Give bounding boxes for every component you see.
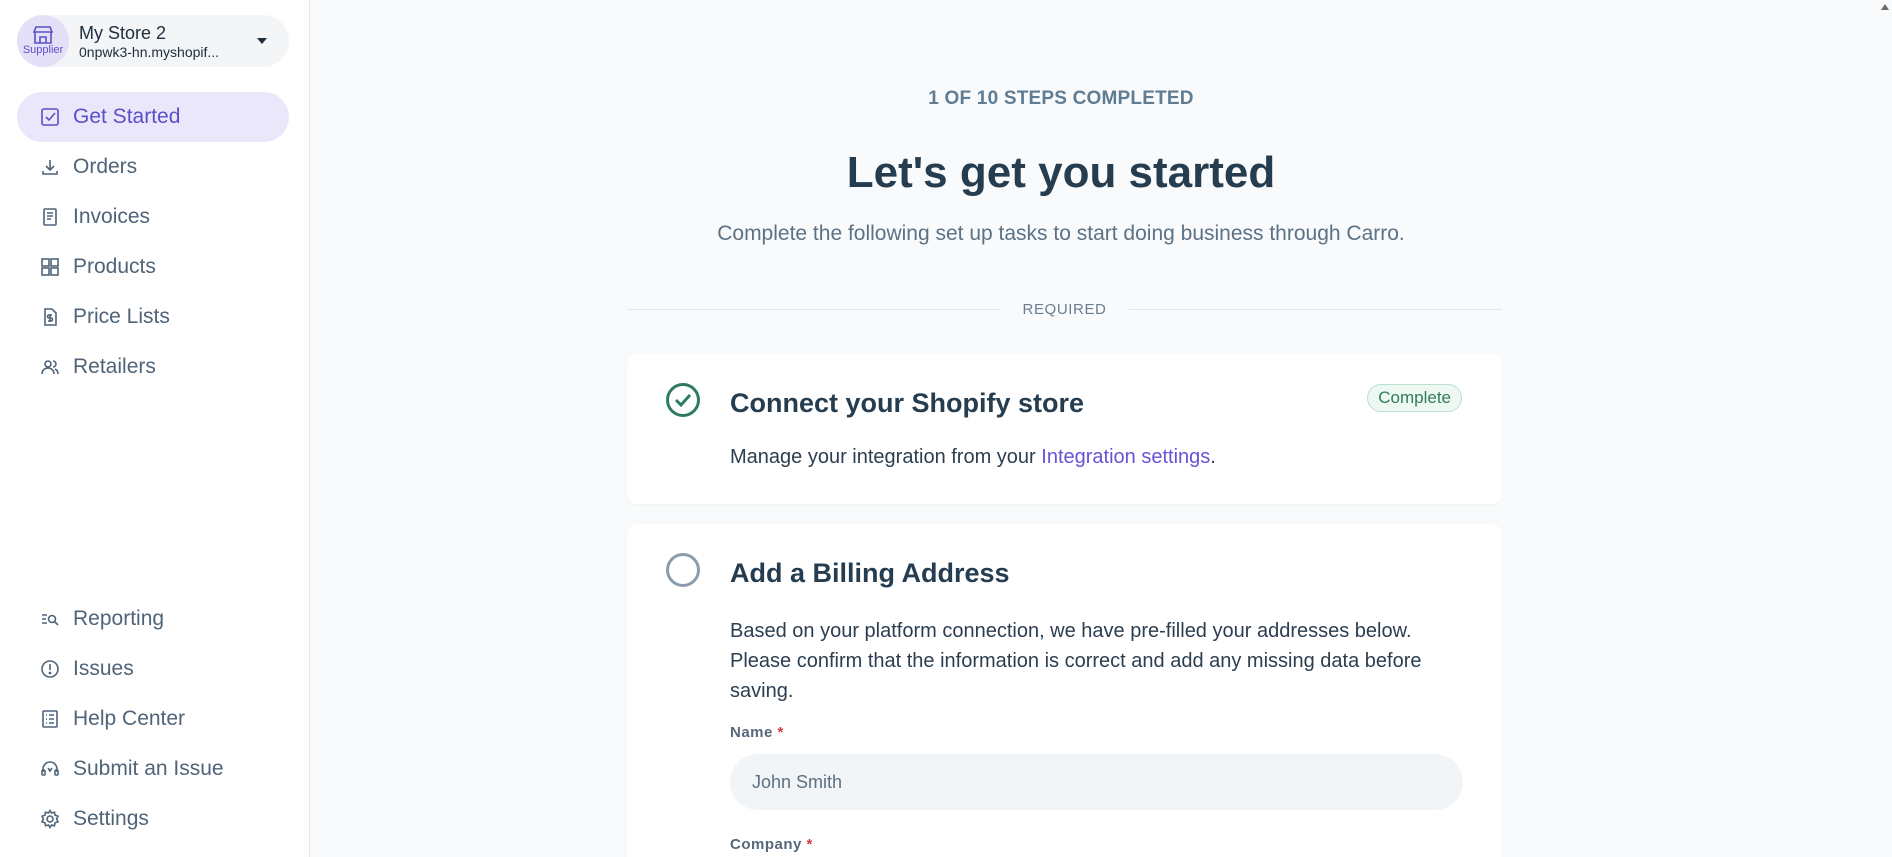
users-icon (39, 356, 61, 378)
nav-item-get-started[interactable]: Get Started (17, 92, 289, 142)
nav-label: Submit an Issue (73, 757, 224, 780)
nav-primary: Get Started Orders Invoices Products Pri… (17, 92, 289, 392)
nav-label: Price Lists (73, 305, 170, 328)
page-subtitle: Complete the following set up tasks to s… (717, 222, 1405, 245)
name-field-label: Name * (730, 724, 784, 741)
status-badge: Complete (1367, 384, 1462, 412)
store-switcher[interactable]: Supplier My Store 2 0npwk3-hn.myshopif..… (17, 15, 289, 67)
nav-item-retailers[interactable]: Retailers (17, 342, 289, 392)
nav-item-help-center[interactable]: Help Center (17, 694, 289, 744)
checkbox-icon (39, 106, 61, 128)
nav-item-invoices[interactable]: Invoices (17, 192, 289, 242)
task-desc-suffix: . (1210, 446, 1216, 468)
nav-item-reporting[interactable]: Reporting (17, 594, 289, 644)
steps-progress-label: 1 OF 10 STEPS COMPLETED (928, 88, 1194, 109)
nav-label: Reporting (73, 607, 165, 630)
nav-label: Products (73, 255, 156, 278)
name-input[interactable] (730, 754, 1463, 810)
task-description: Based on your platform connection, we ha… (730, 620, 1422, 702)
caret-down-icon[interactable] (247, 37, 277, 45)
nav-item-issues[interactable]: Issues (17, 644, 289, 694)
report-search-icon (39, 608, 61, 630)
required-marker: * (806, 836, 813, 853)
gear-icon (39, 808, 61, 830)
task-title: Add a Billing Address (730, 558, 1010, 588)
label-text: Company (730, 836, 802, 853)
section-divider: REQUIRED (627, 300, 1503, 318)
headset-icon (39, 758, 61, 780)
nav-item-submit-issue[interactable]: Submit an Issue (17, 744, 289, 794)
store-name: My Store 2 (79, 22, 167, 43)
nav-item-orders[interactable]: Orders (17, 142, 289, 192)
receipt-icon (39, 206, 61, 228)
nav-item-products[interactable]: Products (17, 242, 289, 292)
store-icon (32, 26, 54, 44)
task-title: Connect your Shopify store (730, 388, 1085, 418)
main-content: 1 OF 10 STEPS COMPLETED Let's get you st… (311, 0, 1892, 857)
grid-icon (39, 256, 61, 278)
list-document-icon (39, 708, 61, 730)
divider-line (627, 308, 1001, 310)
task-card-connect-shopify: Connect your Shopify store Complete Mana… (627, 354, 1502, 504)
integration-settings-link[interactable]: Integration settings (1041, 446, 1210, 468)
store-domain: 0npwk3-hn.myshopif... (79, 43, 220, 60)
nav-label: Issues (73, 657, 134, 680)
nav-secondary: Reporting Issues Help Center Submit an I… (17, 594, 289, 844)
scrollbar-up-arrow[interactable] (1878, 0, 1892, 12)
store-role: Supplier (22, 44, 64, 56)
nav-label: Retailers (73, 355, 156, 378)
required-marker: * (777, 724, 784, 741)
download-icon (39, 156, 61, 178)
page-title: Let's get you started (846, 148, 1276, 197)
dollar-document-icon (39, 306, 61, 328)
label-text: Name (730, 724, 773, 741)
store-avatar: Supplier (17, 15, 69, 67)
sidebar: Supplier My Store 2 0npwk3-hn.myshopif..… (0, 0, 310, 857)
nav-label: Get Started (73, 105, 181, 128)
nav-label: Help Center (73, 707, 186, 730)
task-description: Manage your integration from your Integr… (730, 446, 1216, 469)
company-field-label: Company * (730, 836, 813, 853)
empty-circle-icon (666, 553, 700, 587)
alert-circle-icon (39, 658, 61, 680)
divider-line (1128, 308, 1503, 310)
task-desc-text: Manage your integration from your (730, 446, 1042, 468)
task-card-billing-address: Add a Billing Address Based on your plat… (627, 524, 1502, 857)
nav-label: Invoices (73, 205, 151, 228)
section-label: REQUIRED (1022, 300, 1107, 318)
nav-item-settings[interactable]: Settings (17, 794, 289, 844)
nav-label: Orders (73, 155, 138, 178)
check-circle-icon (666, 383, 700, 417)
nav-label: Settings (73, 807, 149, 830)
nav-item-price-lists[interactable]: Price Lists (17, 292, 289, 342)
